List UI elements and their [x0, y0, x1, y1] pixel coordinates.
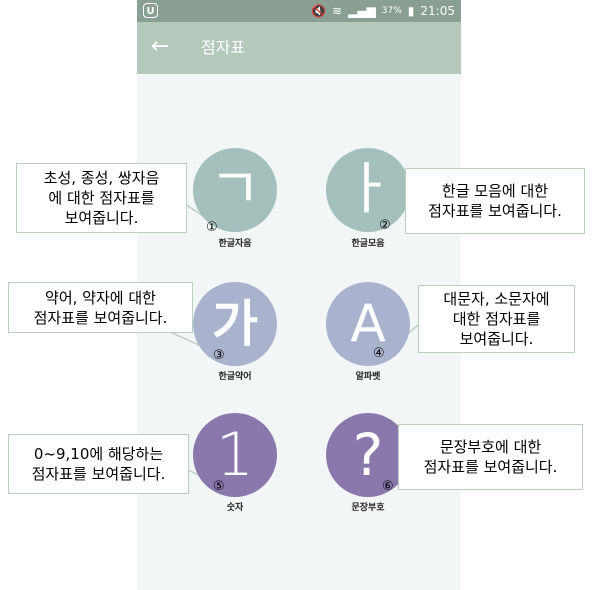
callout-line: 초성, 종성, 쌍자음 [43, 169, 160, 187]
callout-hangul-consonants: 초성, 종성, 쌍자음 에 대한 점자표를 보여줍니다. [16, 163, 187, 233]
tile-label-alphabet: 알파벳 [355, 372, 381, 382]
marker-4: ④ [373, 346, 385, 361]
callout-line: 점자표를 보여줍니다. [31, 465, 166, 483]
callout-punctuation: 문장부호에 대한 점자표를 보여줍니다. [398, 424, 583, 490]
callout-line: 에 대한 점자표를 [48, 189, 155, 207]
tile-hangul-vowels[interactable]: ㅏ [326, 148, 410, 232]
callout-line: 점자표를 보여줍니다. [428, 202, 562, 220]
tile-glyph: 1 [215, 420, 255, 490]
marker-3: ③ [213, 348, 225, 363]
tile-label-hangul-abbreviations: 한글약어 [218, 372, 252, 382]
callout-line: 대문자, 소문자에 [443, 290, 550, 308]
tile-alphabet[interactable]: A [326, 282, 410, 366]
callout-numbers: 0~9,10에 해당하는 점자표를 보여줍니다. [8, 434, 189, 494]
tile-label-numbers: 숫자 [226, 503, 244, 513]
callout-line: 대한 점자표를 [452, 310, 541, 328]
callout-line: 점자표를 보여줍니다. [423, 458, 558, 476]
callout-line: 보여줍니다. [459, 330, 534, 348]
marker-5: ⑤ [213, 479, 225, 494]
marker-1: ① [206, 220, 218, 235]
tile-glyph: A [350, 294, 386, 354]
tile-label-hangul-consonants: 한글자음 [218, 239, 252, 249]
tile-glyph: ㅏ [342, 157, 394, 222]
callout-alphabet: 대문자, 소문자에 대한 점자표를 보여줍니다. [418, 285, 575, 353]
callout-line: 0~9,10에 해당하는 [33, 445, 164, 463]
tile-label-hangul-vowels: 한글모음 [351, 239, 385, 249]
callout-line: 문장부호에 대한 [439, 438, 542, 456]
callout-hangul-abbreviations: 약어, 약자에 대한 점자표를 보여줍니다. [8, 282, 193, 333]
tile-glyph: 가 [212, 295, 258, 353]
tile-numbers[interactable]: 1 [193, 413, 277, 497]
callout-line: 점자표를 보여줍니다. [33, 308, 168, 327]
tile-label-punctuation: 문장부호 [351, 503, 385, 513]
callout-hangul-vowels: 한글 모음에 대한 점자표를 보여줍니다. [405, 168, 585, 234]
callout-line: 한글 모음에 대한 [441, 182, 549, 200]
callout-line: 보여줍니다. [64, 209, 139, 227]
marker-2: ② [379, 218, 391, 233]
tile-hangul-abbreviations[interactable]: 가 [193, 282, 277, 366]
marker-6: ⑥ [382, 479, 394, 494]
callout-line: 약어, 약자에 대한 [45, 288, 156, 307]
